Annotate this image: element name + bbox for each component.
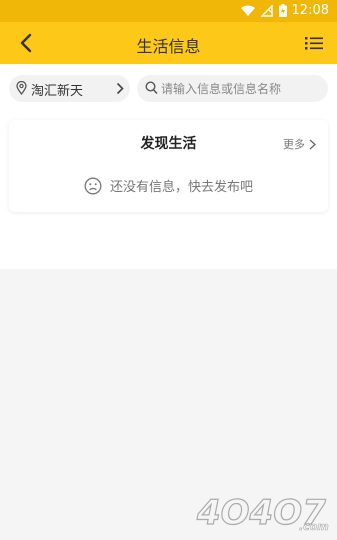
empty-state: 还没有信息，快去发布吧: [9, 176, 328, 195]
sad-face-icon: [84, 177, 102, 194]
wifi-icon: [241, 5, 255, 16]
search-input[interactable]: [161, 75, 321, 102]
location-selector[interactable]: 淘汇新天: [9, 75, 130, 102]
search-icon: [145, 81, 158, 95]
chevron-right-icon: [309, 139, 316, 149]
header-bar: 生活信息: [0, 22, 337, 64]
status-icons: [241, 4, 287, 17]
search-box[interactable]: [137, 75, 328, 102]
section-title: 发现生活: [140, 136, 197, 152]
location-pin-icon: [16, 81, 27, 95]
more-label: 更多: [283, 138, 305, 151]
svg-text:.com: .com: [299, 520, 329, 533]
list-icon: [305, 37, 323, 50]
status-time: 12:08: [291, 3, 329, 18]
filter-bar: 淘汇新天: [0, 64, 337, 111]
battery-icon: [279, 4, 287, 17]
page-title: 生活信息: [136, 37, 201, 56]
location-label: 淘汇新天: [31, 84, 84, 99]
no-signal-icon: [261, 4, 273, 17]
more-link[interactable]: 更多: [283, 136, 316, 152]
discover-life-card: 发现生活 更多 还没有信息，快去发布吧: [9, 120, 328, 212]
chevron-right-icon: [116, 82, 124, 95]
watermark-logo: 4O4O7 .com: [195, 492, 329, 533]
empty-message: 还没有信息，快去发布吧: [109, 180, 253, 195]
status-bar: 12:08: [0, 0, 337, 22]
list-menu-button[interactable]: [305, 34, 323, 52]
